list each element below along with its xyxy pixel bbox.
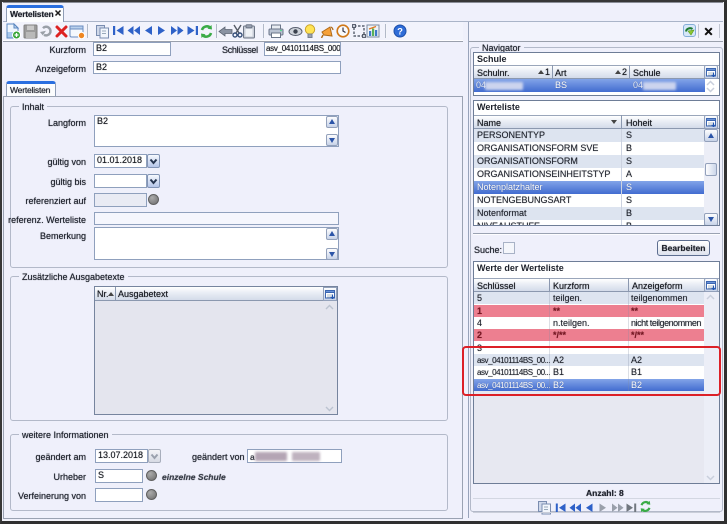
svg-text:?: ?	[397, 26, 403, 37]
